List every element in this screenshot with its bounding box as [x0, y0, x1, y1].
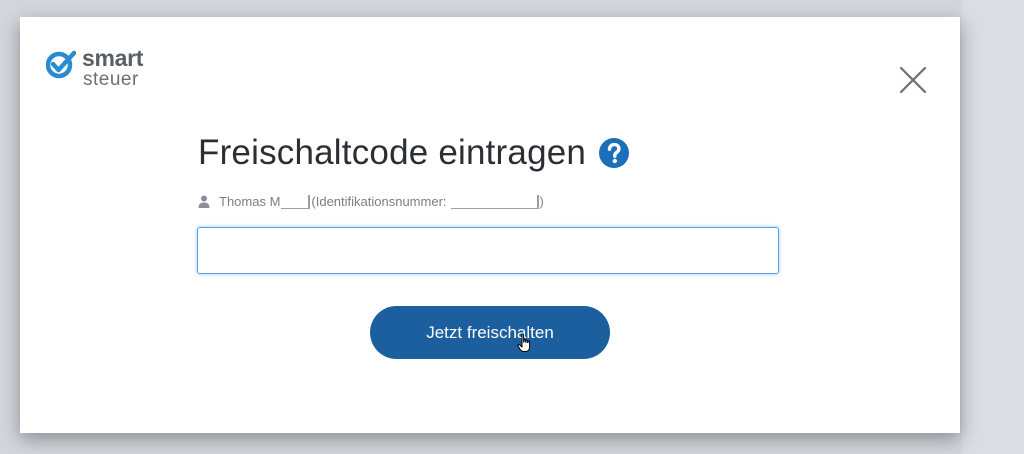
taxpayer-name: Thomas M — [219, 194, 281, 209]
activation-code-input[interactable] — [197, 227, 779, 274]
title-row: Freischaltcode eintragen — [198, 130, 630, 176]
logo-text-smart: smart — [82, 45, 144, 71]
dialog-title: Freischaltcode eintragen — [198, 133, 587, 172]
tax-id-close: ) — [539, 194, 544, 209]
check-circle-icon — [46, 50, 76, 79]
page-backdrop — [962, 0, 1024, 454]
activation-dialog: smart steuer Freischaltcode eintragen Th… — [20, 17, 960, 433]
redacted-surname — [281, 194, 311, 209]
logo-text-steuer: steuer — [83, 69, 139, 90]
user-icon — [198, 195, 210, 208]
close-button[interactable] — [898, 65, 928, 95]
close-icon — [899, 66, 927, 94]
smartsteuer-logo: smart steuer — [46, 45, 166, 93]
taxpayer-info: Thomas M (Identifikationsnummer: ) — [198, 194, 544, 209]
activate-now-button[interactable]: Jetzt freischalten — [370, 306, 610, 359]
tax-id-label: (Identifikationsnummer: — [311, 194, 447, 209]
redacted-tax-id — [450, 194, 539, 209]
question-circle-icon[interactable] — [598, 137, 630, 169]
